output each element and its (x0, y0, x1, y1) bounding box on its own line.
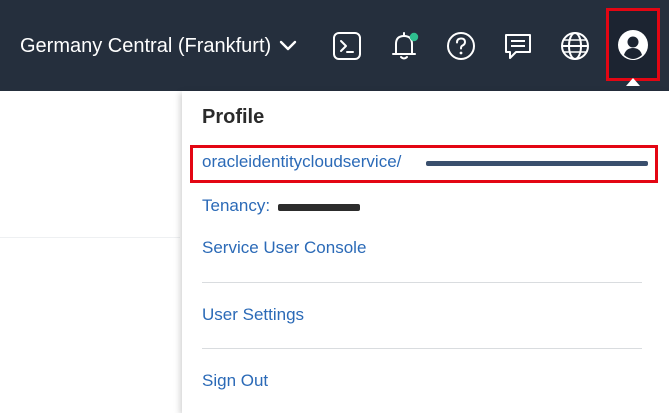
language-icon (561, 32, 589, 60)
notifications-button[interactable] (385, 27, 423, 65)
redacted-tenancy-name (278, 204, 360, 211)
cloud-shell-button[interactable] (328, 27, 366, 65)
menu-divider (202, 348, 642, 349)
chat-icon (505, 34, 531, 59)
redacted-username (426, 161, 648, 166)
help-icon (447, 32, 475, 60)
menu-caret (626, 78, 640, 86)
sign-out-link[interactable]: Sign Out (202, 371, 268, 391)
identity-link[interactable]: oracleidentitycloudservice/ (202, 152, 401, 172)
tenancy-link[interactable]: Tenancy: (202, 196, 270, 216)
menu-divider (202, 282, 642, 283)
profile-icon (618, 29, 648, 60)
language-button[interactable] (556, 27, 594, 65)
chat-button[interactable] (499, 27, 537, 65)
chevron-down-icon (279, 40, 297, 51)
tenancy-label: Tenancy: (202, 196, 271, 215)
profile-menu-title: Profile (202, 106, 265, 128)
help-button[interactable] (442, 27, 480, 65)
identity-prefix: oracleidentitycloudservice/ (202, 152, 402, 171)
notifications-icon (392, 32, 419, 60)
profile-menu: Profile oracleidentitycloudservice/ Tena… (182, 91, 669, 413)
region-label: Germany Central (Frankfurt) (20, 34, 272, 57)
user-settings-link[interactable]: User Settings (202, 305, 304, 325)
profile-button[interactable] (606, 8, 660, 81)
service-user-console-link[interactable]: Service User Console (202, 238, 366, 258)
background-divider (0, 237, 180, 238)
cloud-shell-icon (333, 32, 361, 60)
top-navigation-bar: Germany Central (Frankfurt) (0, 0, 669, 91)
region-selector[interactable]: Germany Central (Frankfurt) (20, 30, 297, 62)
